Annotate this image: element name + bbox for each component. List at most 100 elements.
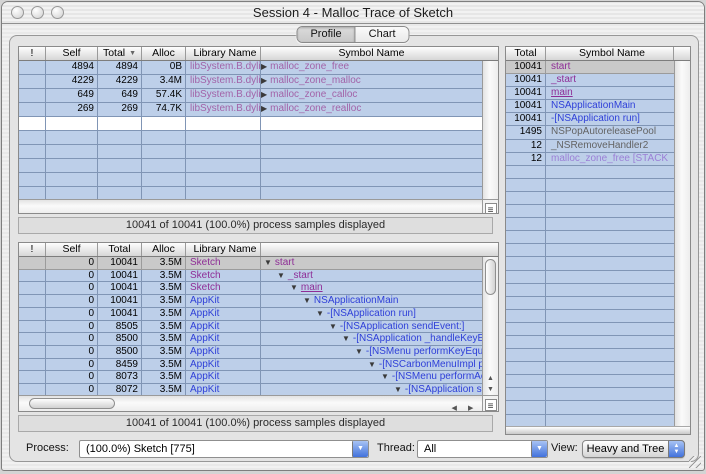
column-header-total[interactable]: Total [98,243,142,256]
column-header-total[interactable]: Total▼ [98,47,142,60]
column-header-alloc[interactable]: Alloc [142,47,186,60]
table-row[interactable]: 085003.5MAppKit▼-[NSMenu performKeyEquiv… [19,346,482,359]
cell: 3.5M [142,371,186,383]
cell: 0 [46,384,98,395]
horizontal-scrollbar[interactable] [19,199,482,213]
cell: 74.7K [142,103,186,116]
table-row[interactable]: 1495NSPopAutoreleasePool [506,126,674,139]
tab-chart[interactable]: Chart [355,27,409,42]
resize-grip[interactable] [689,456,701,468]
table-row[interactable]: 0100413.5MSketch▼_start [19,270,482,283]
cell: AppKit [186,308,261,320]
horizontal-scrollbar[interactable] [506,426,690,434]
combo-dropdown-icon[interactable]: ▼ [352,441,368,457]
split-handle-icon[interactable]: ≡ [485,399,497,411]
column-header-self[interactable]: Self [46,243,98,256]
table-row[interactable]: 0100413.5MAppKit▼-[NSApplication run] [19,308,482,321]
scrollbar-corner[interactable]: ≡ [482,395,498,411]
scroll-down-arrow-icon[interactable]: ▼ [483,384,498,395]
scrollbar-corner[interactable]: ≡ [482,199,498,213]
table-row[interactable]: 489448940BlibSystem.B.dylib▶malloc_zone_… [19,61,482,75]
disclosure-triangle-icon[interactable]: ▶ [261,76,267,85]
process-combo[interactable]: (100.0%) Sketch [775] ▼ [79,440,369,458]
table-row[interactable]: 10041-[NSApplication run] [506,113,674,126]
horizontal-scroll-thumb[interactable] [29,398,115,409]
column-header-symbol[interactable]: Symbol Name [261,47,482,60]
cell [19,75,46,88]
table-row[interactable]: 080723.5MAppKit▼-[NSApplication sendActi… [19,384,482,395]
disclosure-triangle-icon[interactable]: ▶ [261,62,267,71]
cell [19,346,46,358]
column-header-symbol[interactable] [261,243,482,256]
tab-profile[interactable]: Profile [297,27,354,42]
cell [19,359,46,371]
cell [546,271,674,283]
column-header-alloc[interactable]: Alloc [142,243,186,256]
table-row[interactable]: 084593.5MAppKit▼-[NSCarbonMenuImpl perfo… [19,359,482,372]
cell: 0 [46,359,98,371]
table-row-empty [506,388,674,401]
disclosure-triangle-icon[interactable]: ▼ [303,296,311,305]
table-row-empty [19,131,482,145]
disclosure-triangle-icon[interactable]: ▼ [277,271,285,280]
tab-bar: Profile Chart [296,26,409,43]
table-row[interactable]: 12malloc_zone_free [STACK [506,153,674,166]
table-row[interactable]: 0100413.5MSketch▼start [19,257,482,270]
disclosure-triangle-icon[interactable]: ▼ [329,322,337,331]
column-header-symbol[interactable]: Symbol Name [546,47,674,60]
vertical-scrollbar[interactable] [482,61,498,199]
disclosure-triangle-icon[interactable]: ▼ [368,360,376,369]
title-bar[interactable]: Session 4 - Malloc Trace of Sketch [2,2,704,24]
table-row[interactable]: 0100413.5MAppKit▼NSApplicationMain [19,295,482,308]
table-row[interactable]: 10041main [506,87,674,100]
split-handle-icon[interactable]: ≡ [485,203,497,214]
table-row[interactable]: 10041start [506,61,674,74]
disclosure-triangle-icon[interactable]: ▶ [261,104,267,113]
cell [46,145,98,158]
vertical-scrollbar[interactable] [674,61,690,426]
disclosure-triangle-icon[interactable]: ▼ [342,334,350,343]
thread-combo[interactable]: All ▼ [417,440,548,458]
table-row[interactable]: 085053.5MAppKit▼-[NSApplication sendEven… [19,321,482,334]
table-row[interactable]: 085003.5MAppKit▼-[NSApplication _handleK… [19,333,482,346]
table-row[interactable]: 080733.5MAppKit▼-[NSMenu performActionFo… [19,371,482,384]
table-row[interactable]: 422942293.4MlibSystem.B.dylib▶malloc_zon… [19,75,482,89]
table-row[interactable]: 10041_start [506,74,674,87]
heavy-table-body: 489448940BlibSystem.B.dylib▶malloc_zone_… [19,61,482,199]
scroll-up-arrow-icon[interactable]: ▲ [483,373,498,384]
column-header-bang[interactable]: ! [19,47,46,60]
column-header-self[interactable]: Self [46,47,98,60]
scroll-left-arrow-icon[interactable]: ◀ [452,402,464,412]
column-header-bang[interactable]: ! [19,243,46,256]
disclosure-triangle-icon[interactable]: ▶ [261,90,267,99]
table-row[interactable]: 26926974.7KlibSystem.B.dylib▶malloc_zone… [19,103,482,117]
symbol-name: malloc_zone_calloc [270,89,357,100]
disclosure-triangle-icon[interactable]: ▼ [381,372,389,381]
symbol-name: malloc_zone_free [STACK [551,153,668,164]
combo-dropdown-icon[interactable]: ▼ [531,441,547,457]
cell: -[NSApplication run] [546,113,674,125]
column-header-total[interactable]: Total [506,47,546,60]
disclosure-triangle-icon[interactable]: ▼ [290,283,298,292]
cell: 8500 [98,333,142,345]
column-header-library[interactable]: Library Name [186,243,261,256]
scroll-right-arrow-icon[interactable]: ▶ [468,402,480,412]
disclosure-triangle-icon[interactable]: ▼ [264,258,272,267]
table-row[interactable]: 10041NSApplicationMain [506,100,674,113]
disclosure-triangle-icon[interactable]: ▼ [355,347,363,356]
cell: ▼-[NSApplication run] [261,308,482,320]
table-row[interactable]: 0100413.5MSketch▼main [19,282,482,295]
column-header-library[interactable]: Library Name [186,47,261,60]
vertical-scrollbar[interactable]: ▲ ▼ [482,257,498,395]
symbol-name: -[NSCarbonMenuImpl performActionW [379,359,482,370]
horizontal-scrollbar[interactable]: ◀ ▶ [19,395,482,411]
cell [546,205,674,217]
table-row[interactable]: 64964957.4KlibSystem.B.dylib▶malloc_zone… [19,89,482,103]
disclosure-triangle-icon[interactable]: ▼ [316,309,324,318]
symbol-name: -[NSApplication run] [327,308,416,319]
disclosure-triangle-icon[interactable]: ▼ [394,385,402,394]
view-popup[interactable]: Heavy and Tree ▲▼ [582,440,685,458]
table-row[interactable]: 12_NSRemoveHandler2 [506,140,674,153]
vertical-scroll-thumb[interactable] [485,259,496,295]
cell: 3.5M [142,346,186,358]
